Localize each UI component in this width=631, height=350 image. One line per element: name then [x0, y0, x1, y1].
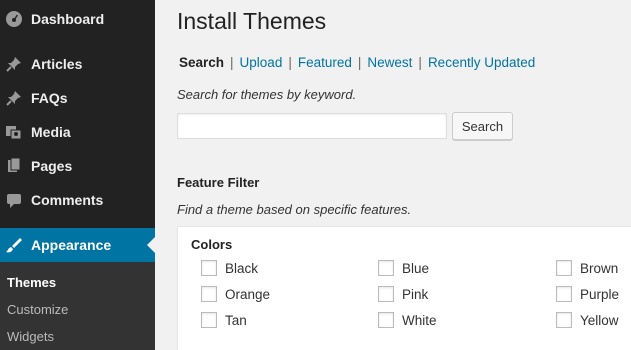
color-checkbox-yellow[interactable]: Yellow: [556, 312, 619, 328]
submenu-item-themes[interactable]: Themes: [7, 275, 56, 290]
tab-recently-updated[interactable]: Recently Updated: [428, 55, 535, 70]
sidebar-item-faqs[interactable]: FAQs: [0, 81, 155, 115]
media-icon: [5, 123, 23, 141]
sidebar-item-articles[interactable]: Articles: [0, 47, 155, 81]
sidebar-item-label: FAQs: [31, 90, 68, 106]
sidebar-item-media[interactable]: Media: [0, 115, 155, 149]
tab-featured[interactable]: Featured: [298, 55, 352, 70]
checkbox-label: Pink: [402, 286, 429, 302]
sidebar-item-appearance[interactable]: Appearance: [0, 228, 155, 262]
checkbox-label: White: [402, 312, 437, 328]
submenu-item-widgets[interactable]: Widgets: [7, 329, 54, 344]
checkbox[interactable]: [378, 286, 394, 302]
theme-subnav: Search | Upload | Featured | Newest | Recently U…: [179, 55, 535, 70]
checkbox[interactable]: [556, 260, 572, 276]
sidebar-item-label: Appearance: [31, 237, 112, 253]
tab-upload[interactable]: Upload: [240, 55, 283, 70]
main-content: Install Themes Search | Upload | Featured | Ne…: [155, 0, 631, 350]
comment-icon: [5, 191, 23, 209]
sidebar-item-label: Pages: [31, 158, 73, 174]
checkbox-label: Blue: [402, 260, 430, 276]
color-checkbox-brown[interactable]: Brown: [556, 260, 618, 276]
color-checkbox-white[interactable]: White: [378, 312, 437, 328]
color-checkbox-tan[interactable]: Tan: [201, 312, 247, 328]
pages-icon: [5, 157, 23, 175]
search-input[interactable]: [177, 113, 447, 139]
checkbox[interactable]: [201, 286, 217, 302]
submenu-item-customize[interactable]: Customize: [7, 302, 68, 317]
separator: |: [230, 55, 234, 70]
sidebar-item-label: Media: [31, 124, 71, 140]
search-hint: Search for themes by keyword.: [177, 87, 357, 102]
color-checkbox-blue[interactable]: Blue: [378, 260, 429, 276]
brush-icon: [5, 236, 23, 254]
page-title: Install Themes: [177, 8, 327, 34]
checkbox[interactable]: [378, 312, 394, 328]
checkbox-label: Brown: [580, 260, 619, 276]
tab-newest[interactable]: Newest: [367, 55, 412, 70]
colors-heading: Colors: [191, 237, 233, 252]
appearance-submenu: Themes Customize Widgets: [0, 262, 155, 350]
feature-filter-hint: Find a theme based on specific features.: [177, 202, 412, 217]
checkbox[interactable]: [378, 260, 394, 276]
checkbox-label: Black: [225, 260, 259, 276]
sidebar-item-label: Articles: [31, 56, 83, 72]
checkbox[interactable]: [556, 312, 572, 328]
color-checkbox-black[interactable]: Black: [201, 260, 258, 276]
dashboard-icon: [5, 10, 23, 28]
sidebar-item-label: Dashboard: [31, 11, 105, 27]
checkbox-label: Tan: [225, 312, 247, 328]
sidebar-item-pages[interactable]: Pages: [0, 149, 155, 183]
checkbox-label: Orange: [225, 286, 271, 302]
checkbox-label: Purple: [580, 286, 620, 302]
pin-icon: [5, 55, 23, 73]
pin-icon: [5, 89, 23, 107]
checkbox[interactable]: [201, 260, 217, 276]
feature-filter-box: Colors Black Orange Tan Blue Pink White …: [177, 226, 631, 350]
separator: |: [357, 55, 362, 70]
checkbox[interactable]: [201, 312, 217, 328]
color-checkbox-orange[interactable]: Orange: [201, 286, 270, 302]
color-checkbox-purple[interactable]: Purple: [556, 286, 619, 302]
sidebar-item-comments[interactable]: Comments: [0, 183, 155, 217]
sidebar-item-dashboard[interactable]: Dashboard: [0, 2, 155, 36]
sidebar-item-label: Comments: [31, 192, 104, 208]
separator: |: [288, 55, 292, 70]
checkbox[interactable]: [556, 286, 572, 302]
tab-search[interactable]: Search: [179, 55, 224, 70]
admin-sidebar: Dashboard Articles FAQs Media Pages Comm…: [0, 0, 155, 350]
color-checkbox-pink[interactable]: Pink: [378, 286, 428, 302]
checkbox-label: Yellow: [580, 312, 619, 328]
separator: |: [418, 55, 422, 70]
search-button[interactable]: Search: [452, 112, 513, 140]
feature-filter-heading: Feature Filter: [177, 175, 260, 190]
